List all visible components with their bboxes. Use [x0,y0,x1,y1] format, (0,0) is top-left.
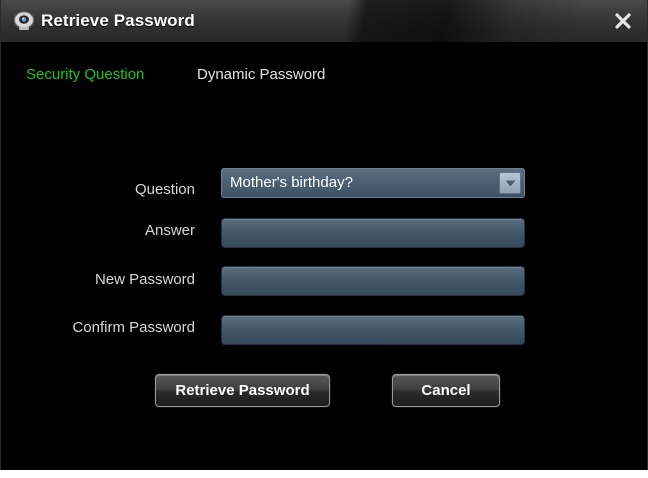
answer-field [221,218,525,248]
question-select[interactable]: Mother's birthday? [221,168,525,198]
chevron-down-icon [505,180,516,187]
camera-app-icon [13,11,35,31]
confirm-password-input[interactable] [222,316,524,344]
dialog-title: Retrieve Password [41,11,195,30]
tab-security-question[interactable]: Security Question [26,66,144,83]
confirm-password-field [221,315,525,345]
dropdown-button[interactable] [499,172,521,194]
answer-input[interactable] [222,219,524,247]
title-bar[interactable]: Retrieve Password [1,0,647,42]
title-bar-shine [221,0,581,42]
close-icon[interactable] [613,11,633,31]
tab-dynamic-password[interactable]: Dynamic Password [197,66,325,83]
question-selected-value: Mother's birthday? [230,174,353,191]
retrieve-password-dialog: Retrieve Password Security Question Dyna… [0,0,648,470]
new-password-label: New Password [94,271,195,288]
question-label: Question [134,181,195,198]
confirm-password-label: Confirm Password [72,319,195,336]
cancel-button[interactable]: Cancel [392,374,500,407]
new-password-input[interactable] [222,267,524,295]
new-password-field [221,266,525,296]
retrieve-password-button[interactable]: Retrieve Password [155,374,330,407]
answer-label: Answer [144,222,195,239]
